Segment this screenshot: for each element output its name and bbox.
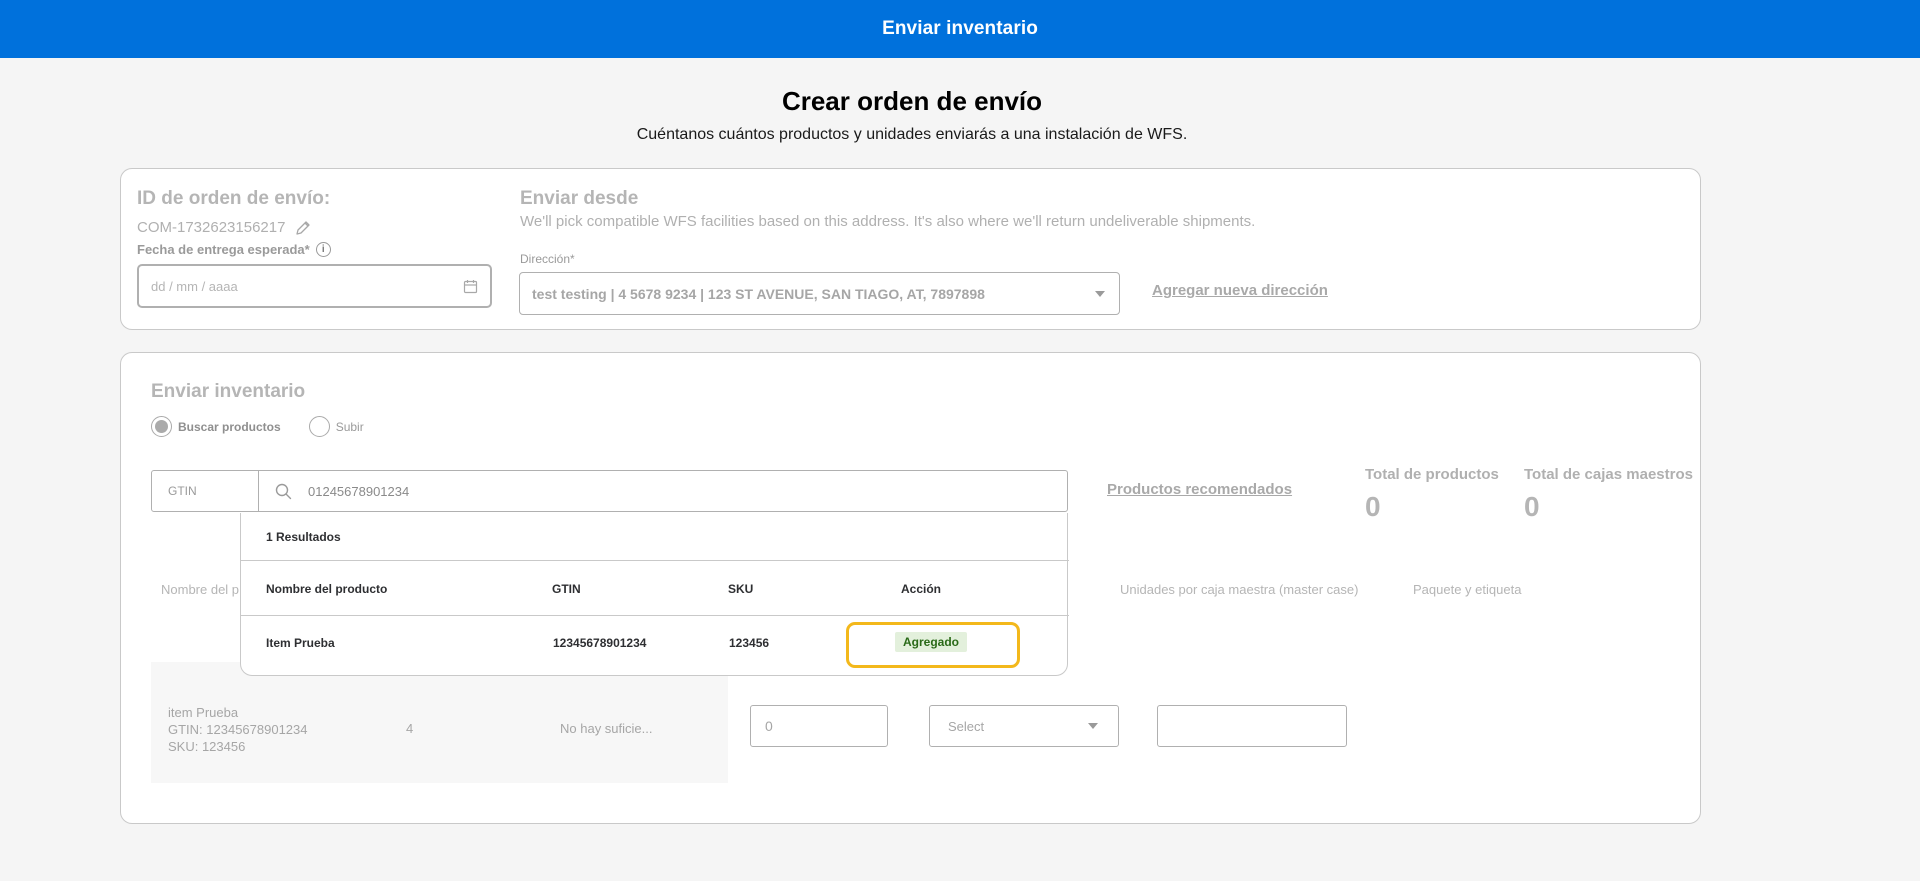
results-header-action: Acción [901, 582, 942, 596]
row-quantity: 4 [406, 721, 414, 736]
result-product-name[interactable]: Item Prueba [266, 636, 335, 650]
row-product-name: item Prueba [168, 705, 239, 720]
address-label: Dirección* [520, 252, 575, 266]
divider [241, 615, 1069, 616]
radio-upload[interactable]: Subir [308, 416, 364, 437]
send-inventory-heading: Enviar inventario [151, 381, 306, 402]
date-placeholder: dd / mm / aaaa [151, 278, 238, 294]
column-header-units-per-case: Unidades por caja maestra (master case) [1120, 582, 1359, 597]
total-products-value: 0 [1365, 491, 1381, 522]
order-id-value: COM-1732623156217 [137, 219, 311, 236]
info-icon[interactable]: i [315, 242, 331, 257]
chevron-down-icon [1095, 290, 1105, 297]
pack-type-select-value: Select [948, 718, 985, 734]
address-select-value: test testing | 4 5678 9234 | 123 ST AVEN… [532, 285, 985, 302]
search-input[interactable] [308, 483, 908, 499]
radio-selected-icon[interactable] [151, 416, 172, 437]
calendar-icon[interactable] [463, 279, 478, 294]
mode-radio-group: Buscar productos Subir [151, 416, 364, 437]
radio-search-products[interactable]: Buscar productos [151, 416, 281, 437]
result-sku: 123456 [729, 636, 770, 650]
radio-upload-label: Subir [335, 419, 364, 434]
row-product-sku: SKU: 123456 [168, 739, 246, 754]
search-type-value: GTIN [168, 484, 197, 498]
delivery-date-input[interactable]: dd / mm / aaaa [137, 264, 492, 308]
page-title: Crear orden de envío [781, 86, 1043, 116]
top-bar: Enviar inventario [0, 0, 1920, 58]
address-select[interactable]: test testing | 4 5678 9234 | 123 ST AVEN… [519, 272, 1120, 315]
results-header-gtin: GTIN [552, 582, 581, 596]
result-gtin: 12345678901234 [553, 636, 647, 650]
order-info-card: ID de orden de envío: COM-1732623156217 … [120, 168, 1701, 330]
order-id-heading: ID de orden de envío: [137, 188, 331, 209]
search-type-select[interactable]: GTIN [152, 471, 259, 511]
top-bar-title: Enviar inventario [882, 18, 1038, 39]
highlight-annotation [846, 622, 1020, 668]
page-subtitle: Cuéntanos cuántos productos y unidades e… [636, 126, 1188, 143]
chevron-down-icon [1088, 723, 1098, 729]
column-header-pack-label: Paquete y etiqueta [1413, 582, 1522, 597]
add-address-link[interactable]: Agregar nueva dirección [1152, 282, 1328, 299]
product-search: GTIN [151, 470, 1068, 512]
row-status: No hay suficie... [560, 721, 653, 736]
results-header-name: Nombre del producto [266, 582, 388, 596]
ship-from-heading: Enviar desde [520, 188, 639, 209]
order-id-text: COM-1732623156217 [137, 219, 286, 236]
results-header-sku: SKU [728, 582, 754, 596]
results-count: 1 Resultados [266, 530, 341, 544]
recommended-products-link[interactable]: Productos recomendados [1107, 481, 1292, 498]
ship-from-description: We'll pick compatible WFS facilities bas… [520, 213, 1256, 230]
column-header-name: Nombre del p [161, 582, 240, 597]
radio-unselected-icon[interactable] [308, 416, 330, 437]
total-cases-label: Total de cajas maestros [1524, 466, 1693, 483]
units-per-case-input[interactable]: 0 [750, 705, 888, 747]
divider [241, 560, 1069, 561]
table-row: item Prueba GTIN: 12345678901234 SKU: 12… [151, 662, 728, 783]
delivery-date-label: Fecha de entrega esperada* i [137, 242, 331, 257]
delivery-date-label-text: Fecha de entrega esperada* [137, 242, 310, 257]
search-field[interactable] [259, 471, 1067, 511]
pack-type-select[interactable]: Select [929, 705, 1119, 747]
total-cases-value: 0 [1524, 491, 1540, 522]
row-product-info: item Prueba GTIN: 12345678901234 SKU: 12… [168, 704, 308, 755]
pencil-icon[interactable] [295, 220, 311, 236]
search-icon [275, 483, 292, 499]
radio-search-label: Buscar productos [178, 419, 281, 434]
pack-label-input[interactable] [1157, 705, 1347, 747]
total-products-label: Total de productos [1365, 466, 1499, 483]
row-product-gtin: GTIN: 12345678901234 [168, 722, 308, 737]
